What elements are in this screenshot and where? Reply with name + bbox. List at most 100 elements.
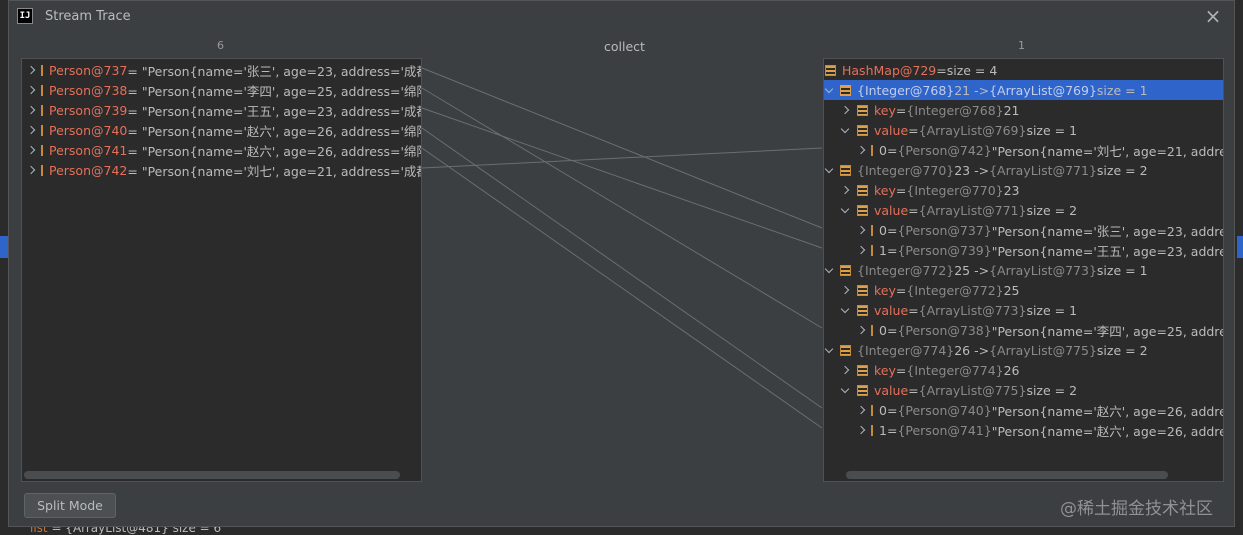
expand-icon[interactable] bbox=[28, 65, 34, 75]
source-row[interactable]: Person@738 = "Person{name='李四', age=25, … bbox=[22, 80, 421, 100]
value-ref: {ArrayList@769} bbox=[918, 122, 1027, 138]
field-icon bbox=[840, 264, 851, 276]
field-icon bbox=[840, 84, 851, 96]
expand-icon[interactable] bbox=[28, 85, 34, 95]
title-bar[interactable]: IJ Stream Trace bbox=[9, 1, 1234, 31]
source-row[interactable]: Person@740 = "Person{name='赵六', age=26, … bbox=[22, 120, 421, 140]
expand-icon[interactable] bbox=[858, 325, 864, 335]
person-ref: Person@742 bbox=[49, 162, 128, 178]
person-value: = "Person{name='赵六', age=26, address='绵阳… bbox=[127, 143, 422, 159]
result-row-item[interactable]: 0 = {Person@738} "Person{name='李四', age=… bbox=[824, 320, 1223, 340]
field-icon bbox=[857, 284, 868, 296]
expand-icon[interactable] bbox=[28, 125, 34, 135]
expand-icon[interactable] bbox=[28, 145, 34, 155]
key-ref: {Integer@774} bbox=[906, 362, 1004, 378]
field-icon bbox=[857, 124, 868, 136]
person-value: = "Person{name='刘七', age=21, address='成都… bbox=[127, 163, 422, 179]
result-row-value[interactable]: value = {ArrayList@771} size = 2 bbox=[824, 200, 1223, 220]
collapse-icon[interactable] bbox=[840, 125, 850, 135]
result-row-key[interactable]: key = {Integer@768} 21 bbox=[824, 100, 1223, 120]
field-icon bbox=[41, 64, 43, 76]
tree-root-row[interactable]: HashMap@729 = size = 4 bbox=[824, 60, 1223, 80]
equals-sign: = bbox=[895, 362, 907, 378]
root-size: size = 4 bbox=[946, 62, 998, 78]
value-tail: size = 1 bbox=[1026, 302, 1078, 318]
equals-sign: = bbox=[886, 222, 898, 238]
expand-icon[interactable] bbox=[840, 365, 850, 375]
result-row-entry[interactable]: {Integer@772} 25 -> {ArrayList@773} size… bbox=[824, 260, 1223, 280]
field-icon bbox=[857, 364, 868, 376]
value-tail: size = 1 bbox=[1026, 122, 1078, 138]
result-row-key[interactable]: key = {Integer@774} 26 bbox=[824, 360, 1223, 380]
source-row[interactable]: Person@739 = "Person{name='王五', age=23, … bbox=[22, 100, 421, 120]
value-ref: {ArrayList@771} bbox=[918, 202, 1027, 218]
result-row-item[interactable]: 0 = {Person@742} "Person{name='刘七', age=… bbox=[824, 140, 1223, 160]
result-row-value[interactable]: value = {ArrayList@773} size = 1 bbox=[824, 300, 1223, 320]
expand-icon[interactable] bbox=[858, 145, 864, 155]
background-row-text: list = {ArrayList@481} size = 6 bbox=[30, 527, 221, 535]
equals-sign: = bbox=[895, 102, 907, 118]
background-editor-highlight bbox=[0, 236, 8, 258]
collapse-icon[interactable] bbox=[824, 265, 834, 275]
expand-icon[interactable] bbox=[858, 245, 864, 255]
expand-icon[interactable] bbox=[858, 225, 864, 235]
result-row-item[interactable]: 1 = {Person@739} "Person{name='王五', age=… bbox=[824, 240, 1223, 260]
value-tail: size = 2 bbox=[1026, 202, 1078, 218]
collapse-icon[interactable] bbox=[824, 85, 834, 95]
result-row-entry[interactable]: {Integer@774} 26 -> {ArrayList@775} size… bbox=[824, 340, 1223, 360]
value-label: value bbox=[874, 382, 909, 398]
source-row[interactable]: Person@742 = "Person{name='刘七', age=21, … bbox=[22, 160, 421, 180]
close-button[interactable]: × bbox=[1202, 4, 1224, 28]
expand-icon[interactable] bbox=[840, 185, 850, 195]
item-ref: {Person@740} bbox=[897, 402, 992, 418]
background-row-value: = {ArrayList@481} size = 6 bbox=[47, 527, 222, 535]
split-mode-button[interactable]: Split Mode bbox=[24, 493, 116, 518]
source-values-tree[interactable]: Person@737 = "Person{name='张三', age=23, … bbox=[21, 58, 422, 482]
result-row-item[interactable]: 0 = {Person@737} "Person{name='张三', age=… bbox=[824, 220, 1223, 240]
collapse-icon[interactable] bbox=[824, 345, 834, 355]
collapse-icon[interactable] bbox=[840, 305, 850, 315]
source-row[interactable]: Person@737 = "Person{name='张三', age=23, … bbox=[22, 60, 421, 80]
item-value: "Person{name='王五', age=23, addres bbox=[991, 243, 1224, 259]
result-row-entry[interactable]: {Integer@770} 23 -> {ArrayList@771} size… bbox=[824, 160, 1223, 180]
equals-sign: = bbox=[908, 202, 919, 218]
result-row-entry[interactable]: {Integer@768} 21 -> {ArrayList@769} size… bbox=[824, 80, 1223, 100]
result-row-key[interactable]: key = {Integer@770} 23 bbox=[824, 180, 1223, 200]
horizontal-scrollbar[interactable] bbox=[846, 471, 1168, 479]
collapse-icon[interactable] bbox=[840, 205, 850, 215]
field-icon bbox=[857, 204, 868, 216]
field-icon bbox=[41, 104, 43, 116]
item-ref: {Person@737} bbox=[897, 222, 992, 238]
field-icon bbox=[871, 324, 873, 336]
result-row-value[interactable]: value = {ArrayList@775} size = 2 bbox=[824, 380, 1223, 400]
expand-icon[interactable] bbox=[840, 105, 850, 115]
left-count-header: 6 bbox=[217, 39, 224, 52]
entry-value-ref: {ArrayList@775} bbox=[989, 342, 1097, 358]
expand-icon[interactable] bbox=[840, 285, 850, 295]
expand-icon[interactable] bbox=[858, 405, 864, 415]
expand-icon[interactable] bbox=[858, 425, 864, 435]
collapse-icon[interactable] bbox=[840, 385, 850, 395]
key-tail: 25 bbox=[1003, 282, 1020, 298]
entry-value-ref: {ArrayList@769} bbox=[989, 82, 1097, 98]
key-label: key bbox=[874, 362, 896, 378]
horizontal-scrollbar[interactable] bbox=[24, 471, 400, 479]
result-row-value[interactable]: value = {ArrayList@769} size = 1 bbox=[824, 120, 1223, 140]
result-row-item[interactable]: 1 = {Person@741} "Person{name='赵六', age=… bbox=[824, 420, 1223, 440]
equals-sign: = bbox=[886, 242, 898, 258]
key-label: key bbox=[874, 102, 896, 118]
collapse-icon[interactable] bbox=[824, 165, 834, 175]
field-icon bbox=[825, 64, 836, 76]
person-ref: Person@738 bbox=[49, 82, 128, 98]
root-eq: = bbox=[936, 62, 947, 78]
expand-icon[interactable] bbox=[28, 165, 34, 175]
result-row-item[interactable]: 0 = {Person@740} "Person{name='赵六', age=… bbox=[824, 400, 1223, 420]
key-ref: {Integer@770} bbox=[906, 182, 1004, 198]
person-value: = "Person{name='张三', age=23, address='成都… bbox=[127, 63, 422, 79]
source-row[interactable]: Person@741 = "Person{name='赵六', age=26, … bbox=[22, 140, 421, 160]
result-row-key[interactable]: key = {Integer@772} 25 bbox=[824, 280, 1223, 300]
field-icon bbox=[871, 424, 873, 436]
key-label: key bbox=[874, 182, 896, 198]
expand-icon[interactable] bbox=[28, 105, 34, 115]
result-values-tree[interactable]: HashMap@729 = size = 4 {Integer@768} 21 … bbox=[823, 58, 1224, 482]
